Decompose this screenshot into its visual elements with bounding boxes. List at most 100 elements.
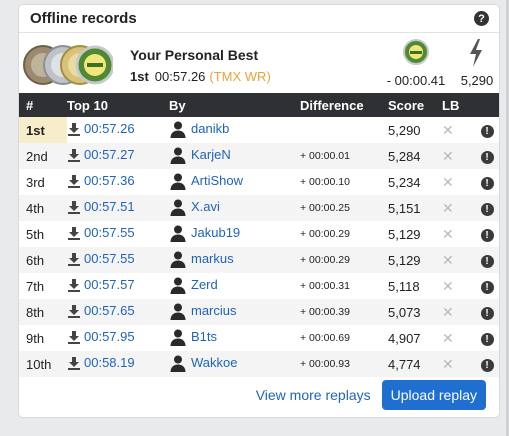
replay-download-link[interactable]: 00:58.19 [67,355,135,370]
exclamation-circle-icon[interactable]: ! [480,359,494,372]
row-rank: 9th [26,330,45,346]
download-icon [67,356,81,370]
close-icon[interactable]: ✕ [442,252,454,268]
record-time: 00:57.65 [84,303,135,319]
header-lb: LB [442,97,460,113]
player-name: KarjeN [191,147,231,162]
row-report-cell: ! [475,195,499,221]
record-time: 00:57.55 [84,251,135,267]
player-link[interactable]: danikb [169,120,229,138]
user-icon [169,276,187,294]
row-time-cell: 00:57.95 [67,325,169,351]
row-report-cell: ! [475,221,499,247]
row-time-cell: 00:57.51 [67,195,169,221]
view-more-replays-link[interactable]: View more replays [256,387,371,403]
close-icon[interactable]: ✕ [442,278,454,294]
player-link[interactable]: KarjeN [169,146,231,164]
header-score: Score [388,97,425,113]
row-score: 5,151 [388,200,421,216]
player-link[interactable]: B1ts [169,328,217,346]
row-player-cell: B1ts [169,325,300,351]
user-icon [169,172,187,190]
replay-download-link[interactable]: 00:57.55 [67,251,135,266]
wr-badge: (TMX WR) [209,69,271,84]
row-time-cell: 00:57.55 [67,247,169,273]
row-rank: 7th [26,278,45,294]
player-link[interactable]: Wakkoe [169,354,237,372]
player-link[interactable]: X.avi [169,198,220,216]
row-lb-cell: ✕ [442,221,475,247]
exclamation-circle-icon[interactable]: ! [480,203,494,216]
replay-download-link[interactable]: 00:57.36 [67,173,135,188]
exclamation-circle-icon[interactable]: ! [480,333,494,346]
table-row: 3rd 00:57.36 ArtiShow + 00:00.10 5,234 ✕! [19,169,499,195]
personal-best-difference: - 00:00.41 [386,73,446,88]
row-lb-cell: ✕ [442,195,475,221]
card-title: Offline records [30,10,137,27]
row-rank: 6th [26,252,45,268]
player-name: ArtiShow [191,173,244,188]
header-difference: Difference [300,97,364,113]
row-score: 5,284 [388,148,421,164]
close-icon[interactable]: ✕ [442,148,454,164]
replay-download-link[interactable]: 00:57.95 [67,329,135,344]
replay-download-link[interactable]: 00:57.57 [67,277,135,292]
exclamation-circle-icon[interactable]: ! [480,281,494,294]
personal-best-score: 5,290 [460,73,494,88]
record-time: 00:57.27 [84,147,135,163]
row-report-cell: ! [475,143,499,169]
exclamation-circle-icon[interactable]: ! [480,255,494,268]
close-icon[interactable]: ✕ [442,330,454,346]
user-icon [169,328,187,346]
replay-download-link[interactable]: 00:57.65 [67,303,135,318]
row-rank: 3rd [26,174,45,190]
player-link[interactable]: Jakub19 [169,224,240,242]
table-header-row: # Top 10 By Difference Score LB [19,93,499,117]
player-link[interactable]: Zerd [169,276,218,294]
exclamation-circle-icon[interactable]: ! [480,229,494,242]
exclamation-circle-icon[interactable]: ! [480,307,494,320]
record-time: 00:58.19 [84,355,135,371]
replay-download-link[interactable]: 00:57.27 [67,147,135,162]
row-player-cell: markus [169,247,300,273]
row-rank: 5th [26,226,45,242]
player-link[interactable]: ArtiShow [169,172,243,190]
exclamation-circle-icon[interactable]: ! [480,125,494,138]
player-name: danikb [191,121,230,136]
row-difference: + 00:00.01 [300,150,350,162]
download-icon [67,148,81,162]
close-icon[interactable]: ✕ [442,356,454,372]
close-icon[interactable]: ✕ [442,226,454,242]
close-icon[interactable]: ✕ [442,200,454,216]
row-score: 4,907 [388,330,421,346]
medals-stack-icon [23,45,113,85]
row-difference: + 00:00.25 [300,202,350,214]
personal-best-rank: 1st [130,69,149,84]
header-rank: # [26,97,34,113]
user-icon [169,302,187,320]
player-name: markus [191,251,234,266]
table-row: 2nd 00:57.27 KarjeN + 00:00.01 5,284 ✕! [19,143,499,169]
row-player-cell: marcius [169,299,300,325]
card-header: Offline records ? [19,5,499,33]
player-name: Wakkoe [191,355,238,370]
upload-replay-button[interactable]: Upload replay [381,380,486,410]
replay-download-link[interactable]: 00:57.51 [67,199,135,214]
exclamation-circle-icon[interactable]: ! [480,151,494,164]
player-link[interactable]: markus [169,250,234,268]
row-rank: 8th [26,304,45,320]
row-lb-cell: ✕ [442,247,475,273]
close-icon[interactable]: ✕ [442,122,454,138]
row-player-cell: ArtiShow [169,169,300,195]
close-icon[interactable]: ✕ [442,174,454,190]
table-row: 5th 00:57.55 Jakub19 + 00:00.29 5,129 ✕! [19,221,499,247]
user-icon [169,354,187,372]
player-link[interactable]: marcius [169,302,237,320]
replay-download-link[interactable]: 00:57.26 [67,121,135,136]
close-icon[interactable]: ✕ [442,304,454,320]
question-circle-icon[interactable]: ? [474,11,489,26]
exclamation-circle-icon[interactable]: ! [480,177,494,190]
row-rank: 1st [19,117,67,143]
replay-download-link[interactable]: 00:57.55 [67,225,135,240]
player-name: B1ts [191,329,218,344]
